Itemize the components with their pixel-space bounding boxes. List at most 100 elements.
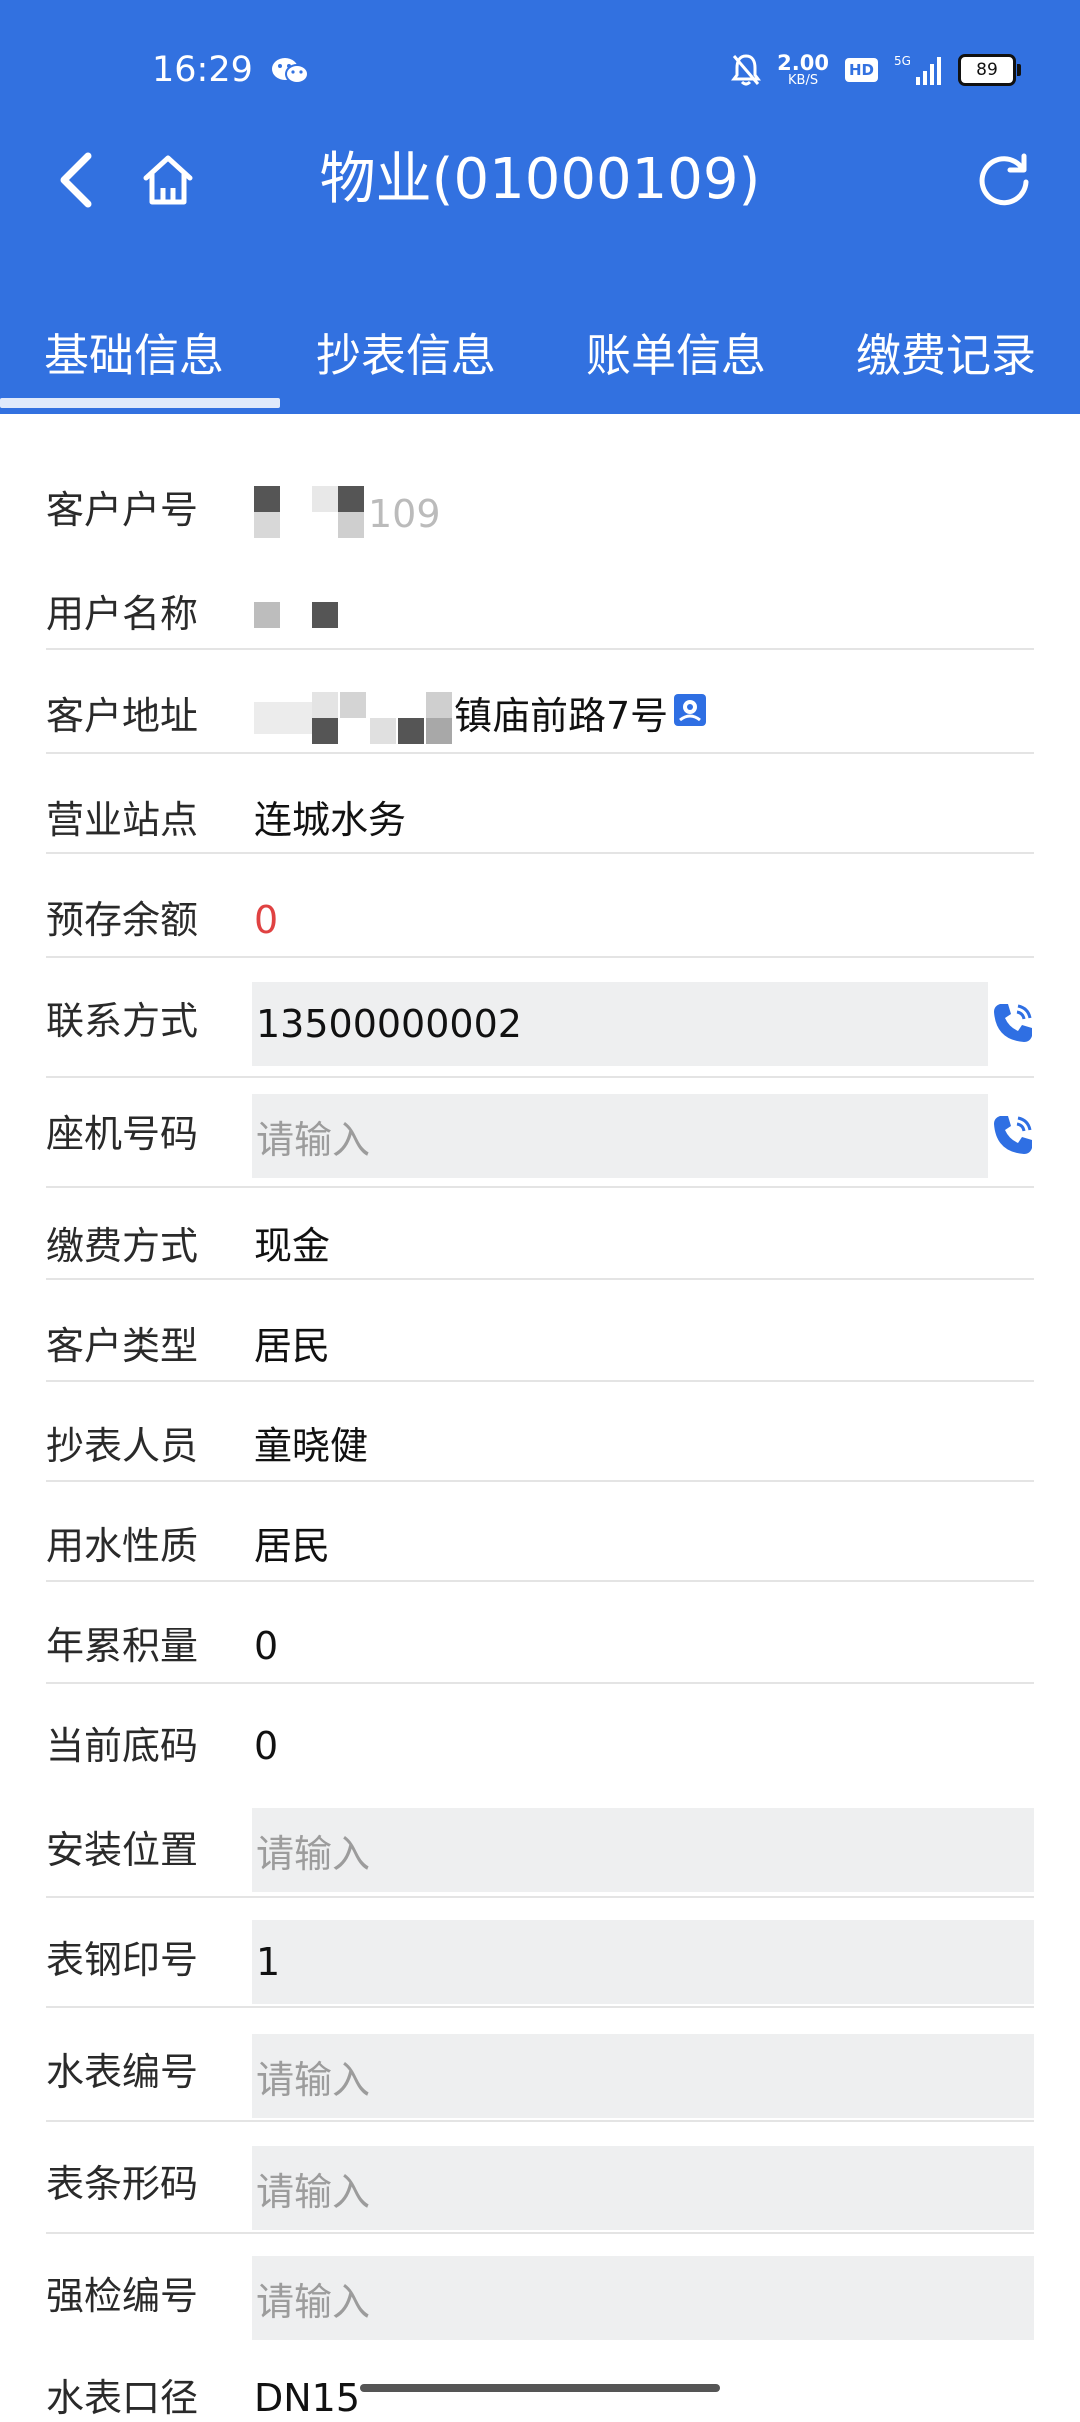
- current-reading-value: 0: [254, 1724, 279, 1768]
- divider: [46, 1076, 1034, 1078]
- redaction-block: [254, 602, 280, 628]
- app-header: 16:29 2.00 KB/S HD 5G 89 物业(01000109) 基础…: [0, 0, 1080, 414]
- divider: [46, 852, 1034, 854]
- redaction-block: [370, 718, 396, 744]
- divider: [46, 648, 1034, 650]
- caliber-value: DN15: [254, 2376, 361, 2420]
- tab-indicator: [0, 398, 280, 408]
- wechat-icon: [272, 58, 309, 84]
- caliber-label: 水表口径: [46, 2376, 199, 2420]
- tab-payment-records[interactable]: 缴费记录: [856, 318, 1036, 394]
- hd-badge: HD: [844, 58, 878, 82]
- reader-value: 童晓健: [254, 1424, 369, 1468]
- annual-total-value: 0: [254, 1624, 279, 1668]
- redaction-block: [312, 718, 338, 744]
- inspection-no-label: 强检编号: [46, 2274, 199, 2318]
- barcode-input[interactable]: 请输入: [252, 2146, 1034, 2230]
- seal-no-value: 1: [256, 1940, 281, 1984]
- install-location-placeholder: 请输入: [256, 1831, 371, 1876]
- tab-bar: 基础信息 抄表信息 账单信息 缴费记录: [0, 318, 1080, 394]
- field-label: 营业站点: [46, 798, 199, 842]
- redaction-block: [338, 486, 364, 512]
- meter-no-label: 水表编号: [46, 2050, 199, 2094]
- divider: [46, 2232, 1034, 2234]
- redaction-block: [338, 512, 364, 538]
- divider: [46, 1480, 1034, 1482]
- battery-level: 89: [976, 60, 998, 80]
- contact-label: 联系方式: [46, 999, 199, 1043]
- divider: [46, 956, 1034, 958]
- contact-value: 13500000002: [256, 1002, 522, 1046]
- customer-no-value: 109: [368, 492, 441, 536]
- field-label: 缴费方式: [46, 1224, 199, 1268]
- redaction-block: [312, 486, 338, 512]
- status-bar: 16:29 2.00 KB/S HD 5G 89: [0, 0, 1080, 140]
- redaction-block: [254, 512, 280, 538]
- location-pin-icon[interactable]: [672, 692, 708, 732]
- field-label: 客户类型: [46, 1324, 199, 1368]
- tab-basic-info[interactable]: 基础信息: [44, 318, 224, 394]
- install-location-input[interactable]: 请输入: [252, 1808, 1034, 1892]
- redaction-block: [254, 486, 280, 512]
- barcode-label: 表条形码: [46, 2162, 199, 2206]
- tab-meter-info[interactable]: 抄表信息: [316, 318, 496, 394]
- svg-text:5G: 5G: [894, 54, 911, 68]
- balance-value: 0: [254, 898, 279, 942]
- redaction-block: [340, 692, 366, 718]
- station-value: 连城水务: [254, 798, 407, 842]
- customer-type-value: 居民: [254, 1324, 331, 1368]
- divider: [46, 1580, 1034, 1582]
- redaction-block: [426, 718, 452, 744]
- field-label: 客户户号: [46, 488, 199, 532]
- status-icons: 2.00 KB/S HD 5G 89: [731, 48, 1021, 92]
- seal-no-input[interactable]: 1: [252, 1920, 1034, 2004]
- seal-no-label: 表钢印号: [46, 1938, 199, 1982]
- pay-method-value: 现金: [254, 1224, 331, 1268]
- divider: [46, 1186, 1034, 1188]
- refresh-icon[interactable]: [974, 150, 1034, 210]
- net-speed: 2.00 KB/S: [777, 51, 829, 88]
- inspection-no-input[interactable]: 请输入: [252, 2256, 1034, 2340]
- field-label: 用水性质: [46, 1524, 199, 1568]
- nav-bar: 物业(01000109): [0, 130, 1080, 230]
- contact-input[interactable]: 13500000002: [252, 982, 988, 1066]
- field-label: 年累积量: [46, 1624, 199, 1668]
- divider: [46, 1896, 1034, 1898]
- address-text: 镇庙前路7号: [454, 694, 669, 738]
- divider: [46, 1682, 1034, 1684]
- battery-icon: 89: [958, 54, 1021, 86]
- page-title: 物业(01000109): [319, 147, 761, 212]
- landline-input[interactable]: 请输入: [252, 1094, 988, 1178]
- inspection-no-placeholder: 请输入: [256, 2279, 371, 2324]
- redaction-block: [254, 702, 314, 734]
- field-label: 当前底码: [46, 1724, 199, 1768]
- field-label: 客户地址: [46, 694, 199, 738]
- divider: [46, 2120, 1034, 2122]
- divider: [46, 1380, 1034, 1382]
- net-speed-unit: KB/S: [788, 73, 819, 88]
- net-speed-value: 2.00: [777, 51, 829, 75]
- phone-call-icon[interactable]: [990, 1112, 1036, 1158]
- redaction-block: [312, 692, 338, 718]
- divider: [46, 752, 1034, 754]
- signal-5g-icon: 5G: [894, 54, 941, 85]
- divider: [46, 1278, 1034, 1280]
- tab-bill-info[interactable]: 账单信息: [586, 318, 766, 394]
- divider: [46, 2006, 1034, 2008]
- meter-no-placeholder: 请输入: [256, 2057, 371, 2102]
- address-value: 镇庙前路7号: [454, 692, 708, 740]
- redaction-block: [398, 718, 424, 744]
- landline-label: 座机号码: [46, 1112, 199, 1156]
- phone-call-icon[interactable]: [990, 1000, 1036, 1046]
- field-label: 预存余额: [46, 898, 199, 942]
- redaction-block: [426, 692, 452, 718]
- install-location-label: 安装位置: [46, 1828, 199, 1872]
- landline-placeholder: 请输入: [256, 1117, 371, 1162]
- field-label: 抄表人员: [46, 1424, 199, 1468]
- home-indicator[interactable]: [360, 2384, 720, 2392]
- bell-muted-icon: [731, 54, 762, 86]
- status-time: 16:29: [152, 50, 253, 90]
- barcode-placeholder: 请输入: [256, 2169, 371, 2214]
- water-nature-value: 居民: [254, 1524, 331, 1568]
- meter-no-input[interactable]: 请输入: [252, 2034, 1034, 2118]
